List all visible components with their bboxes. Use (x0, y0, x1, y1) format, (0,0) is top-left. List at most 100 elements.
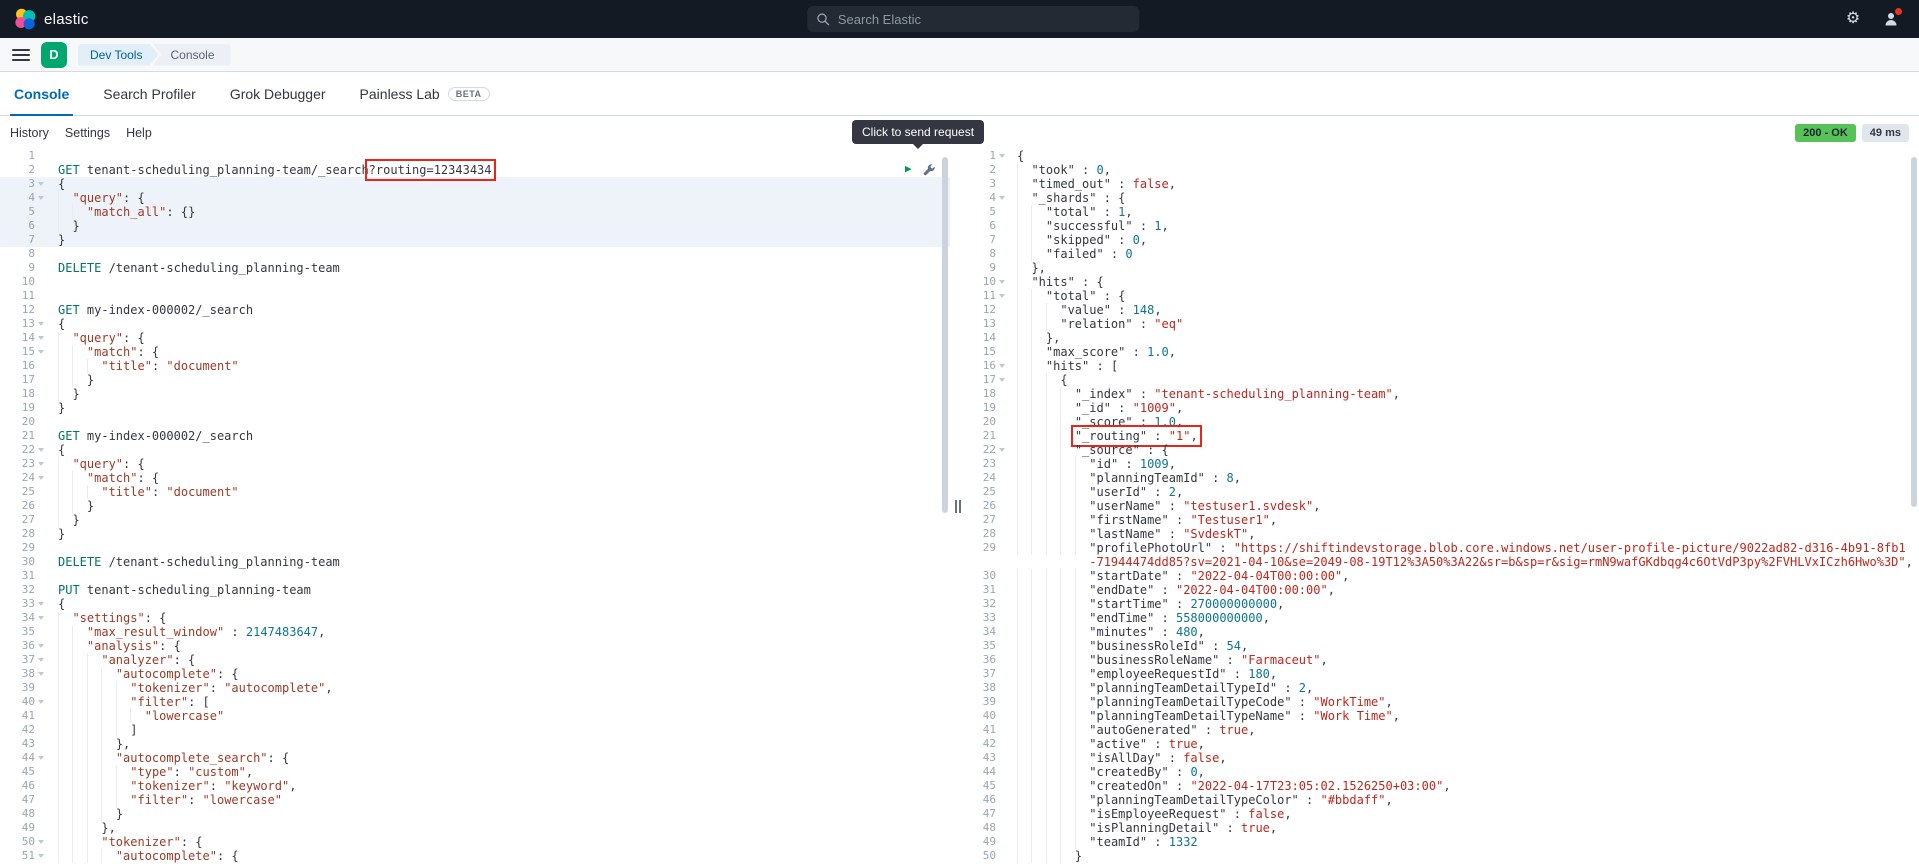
code-text[interactable]: "value" : 148, (1007, 303, 1161, 317)
code-text[interactable]: { (1007, 149, 1024, 163)
code-text[interactable] (46, 275, 58, 289)
fold-toggle-icon[interactable] (996, 289, 1007, 303)
history-link[interactable]: History (10, 126, 49, 140)
code-text[interactable]: "match": { (46, 471, 159, 485)
help-link[interactable]: Help (126, 126, 152, 140)
code-text[interactable]: "active" : true, (1007, 737, 1205, 751)
elastic-logo[interactable]: elastic (14, 8, 89, 30)
global-search[interactable] (806, 6, 1139, 32)
code-text[interactable]: "businessRoleName" : "Farmaceut", (1007, 653, 1327, 667)
code-text[interactable]: "skipped" : 0, (1007, 233, 1147, 247)
fold-toggle-icon[interactable] (35, 835, 46, 849)
code-text[interactable]: "isPlanningDetail" : true, (1007, 821, 1277, 835)
code-text[interactable]: "autocomplete": { (46, 667, 239, 681)
code-text[interactable]: "title": "document" (46, 485, 238, 499)
code-text[interactable]: "planningTeamDetailTypeName" : "Work Tim… (1007, 709, 1400, 723)
fold-toggle-icon[interactable] (996, 373, 1007, 387)
code-text[interactable]: "tokenizer": "autocomplete", (46, 681, 332, 695)
fold-toggle-icon[interactable] (35, 751, 46, 765)
fold-toggle-icon[interactable] (35, 331, 46, 345)
code-text[interactable]: "createdOn" : "2022-04-17T23:05:02.15262… (1007, 779, 1450, 793)
fold-toggle-icon[interactable] (35, 443, 46, 457)
code-text[interactable]: "total" : { (1007, 289, 1125, 303)
code-text[interactable]: "isAllDay" : false, (1007, 751, 1226, 765)
code-text[interactable]: DELETE /tenant-scheduling_planning-team (46, 261, 340, 275)
code-text[interactable]: "autocomplete_search": { (46, 751, 289, 765)
code-text[interactable]: "firstName" : "Testuser1", (1007, 513, 1277, 527)
code-text[interactable]: } (46, 387, 79, 401)
fold-toggle-icon[interactable] (35, 345, 46, 359)
fold-toggle-icon[interactable] (35, 191, 46, 205)
code-text[interactable]: "businessRoleId" : 54, (1007, 639, 1248, 653)
code-text[interactable] (46, 149, 58, 163)
code-text[interactable]: "createdBy" : 0, (1007, 765, 1205, 779)
menu-icon[interactable] (12, 47, 30, 63)
code-text[interactable]: GET my-index-000002/_search (46, 429, 253, 443)
code-text[interactable]: }, (1007, 331, 1060, 345)
code-text[interactable]: "endDate" : "2022-04-04T00:00:00", (1007, 583, 1335, 597)
code-text[interactable]: "teamId" : 1332 (1007, 835, 1197, 849)
code-text[interactable]: "analysis": { (46, 639, 181, 653)
code-text[interactable]: GET tenant-scheduling_planning-team/_sea… (46, 159, 496, 181)
wrench-icon[interactable] (923, 163, 936, 176)
code-text[interactable]: "_shards" : { (1007, 191, 1125, 205)
code-text[interactable] (46, 247, 58, 261)
code-text[interactable]: { (46, 443, 65, 457)
code-text[interactable]: "took" : 0, (1007, 163, 1111, 177)
code-text[interactable]: "relation" : "eq" (1007, 317, 1183, 331)
fold-toggle-icon[interactable] (35, 471, 46, 485)
code-text[interactable]: "startDate" : "2022-04-04T00:00:00", (1007, 569, 1349, 583)
send-request-icon[interactable]: ▶ (905, 162, 912, 176)
code-text[interactable]: "planningTeamDetailTypeId" : 2, (1007, 681, 1313, 695)
code-text[interactable]: } (46, 233, 65, 247)
fold-toggle-icon[interactable] (35, 611, 46, 625)
code-text[interactable]: "id" : 1009, (1007, 457, 1176, 471)
code-text[interactable]: { (46, 177, 65, 191)
response-editor[interactable]: 1{2 "took" : 0, 3 "timed_out" : false, 4 "… (967, 149, 1919, 864)
fold-toggle-icon[interactable] (996, 275, 1007, 289)
code-text[interactable]: } (46, 513, 79, 527)
tab-search-profiler[interactable]: Search Profiler (99, 72, 200, 115)
code-text[interactable]: "lastName" : "SvdeskT", (1007, 527, 1255, 541)
code-text[interactable]: { (46, 597, 65, 611)
fold-toggle-icon[interactable] (35, 667, 46, 681)
tab-painless-lab[interactable]: Painless Lab BETA (356, 72, 494, 115)
code-text[interactable]: "userName" : "testuser1.svdesk", (1007, 499, 1320, 513)
fold-toggle-icon[interactable] (35, 639, 46, 653)
code-text[interactable]: } (46, 499, 94, 513)
fold-toggle-icon[interactable] (35, 849, 46, 863)
response-scrollbar[interactable] (1911, 157, 1917, 507)
pane-resizer[interactable] (950, 149, 967, 864)
code-text[interactable]: { (46, 317, 65, 331)
code-text[interactable]: "_source" : { (1007, 443, 1169, 457)
code-text[interactable]: "userId" : 2, (1007, 485, 1183, 499)
code-text[interactable]: "match": { (46, 345, 159, 359)
code-text[interactable]: "autoGenerated" : true, (1007, 723, 1255, 737)
breadcrumb-dev-tools[interactable]: Dev Tools (78, 44, 158, 66)
code-text[interactable]: "autocomplete": { (46, 849, 239, 863)
code-text[interactable]: GET my-index-000002/_search (46, 303, 253, 317)
code-text[interactable]: } (46, 373, 94, 387)
request-scrollbar[interactable] (942, 157, 948, 513)
code-text[interactable]: "type": "custom", (46, 765, 253, 779)
code-text[interactable]: "hits" : [ (1007, 359, 1118, 373)
breadcrumb-console[interactable]: Console (152, 43, 231, 66)
code-text[interactable]: "query": { (46, 457, 144, 471)
request-editor[interactable]: ▶ 1 2 GET tenant-scheduling_planning-team/… (0, 149, 950, 864)
code-text[interactable]: "_score" : 1.0, (1007, 415, 1183, 429)
code-text[interactable]: "analyzer": { (46, 653, 195, 667)
code-text[interactable]: "endTime" : 558000000000, (1007, 611, 1270, 625)
code-text[interactable]: "minutes" : 480, (1007, 625, 1205, 639)
code-text[interactable] (46, 569, 58, 583)
code-text[interactable]: "max_score" : 1.0, (1007, 345, 1176, 359)
code-text[interactable]: "filter": [ (46, 695, 209, 709)
code-text[interactable]: }, (46, 821, 115, 835)
tab-console[interactable]: Console (10, 72, 74, 116)
code-text[interactable]: } (1007, 849, 1082, 863)
code-text[interactable]: "total" : 1, (1007, 205, 1133, 219)
code-text[interactable]: "lowercase" (46, 709, 224, 723)
fold-toggle-icon[interactable] (35, 457, 46, 471)
code-text[interactable]: "employeeRequestId" : 180, (1007, 667, 1277, 681)
code-text[interactable]: "title": "document" (46, 359, 238, 373)
code-text[interactable]: "settings": { (46, 611, 166, 625)
